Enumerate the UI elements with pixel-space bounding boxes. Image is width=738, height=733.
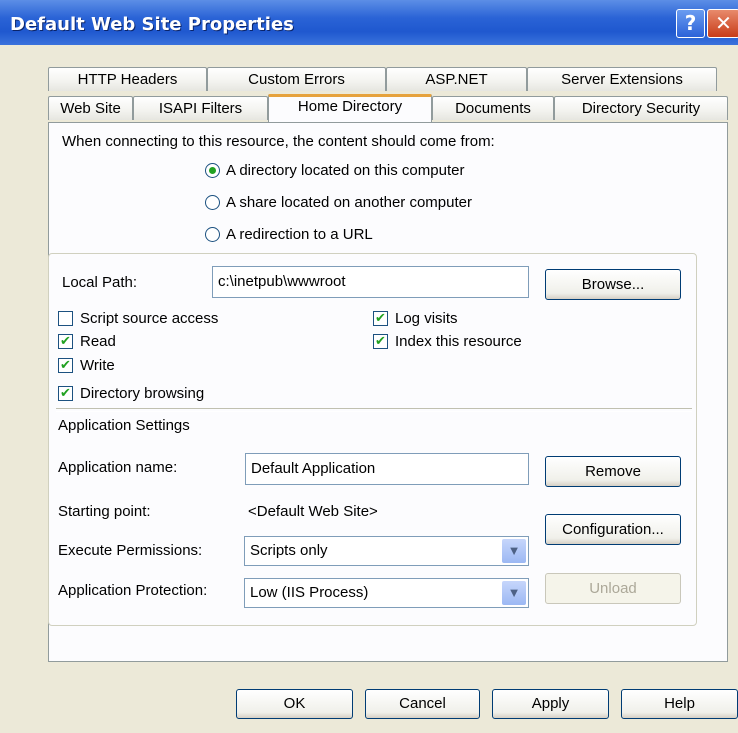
radio-url-redirect[interactable] bbox=[205, 227, 220, 242]
execute-permissions-value: Scripts only bbox=[250, 542, 328, 559]
checkbox-script-source[interactable] bbox=[58, 311, 73, 326]
app-protection-label: Application Protection: bbox=[58, 582, 208, 599]
radio-local-directory[interactable] bbox=[205, 163, 220, 178]
close-button[interactable]: ✕ bbox=[707, 9, 738, 38]
checkbox-index-resource[interactable]: ✔ bbox=[373, 334, 388, 349]
local-path-label: Local Path: bbox=[62, 274, 138, 291]
app-settings-heading: Application Settings bbox=[58, 417, 190, 434]
help-title-button[interactable]: ? bbox=[676, 9, 705, 38]
chevron-down-icon[interactable]: ▼ bbox=[502, 581, 526, 605]
help-button[interactable]: Help bbox=[621, 689, 738, 719]
tab-isapi-filters[interactable]: ISAPI Filters bbox=[133, 96, 268, 120]
checkbox-directory-browsing[interactable]: ✔ bbox=[58, 386, 73, 401]
app-name-label: Application name: bbox=[58, 459, 178, 476]
configuration-button[interactable]: Configuration... bbox=[545, 514, 681, 545]
execute-permissions-label: Execute Permissions: bbox=[58, 542, 203, 559]
window-title: Default Web Site Properties bbox=[10, 14, 294, 35]
chevron-down-icon[interactable]: ▼ bbox=[502, 539, 526, 563]
content-source-prompt: When connecting to this resource, the co… bbox=[62, 133, 495, 150]
tab-documents[interactable]: Documents bbox=[432, 96, 554, 120]
local-path-input[interactable]: c:\inetpub\wwwroot bbox=[212, 266, 529, 298]
checkbox-log-visits[interactable]: ✔ bbox=[373, 311, 388, 326]
ok-button[interactable]: OK bbox=[236, 689, 353, 719]
tab-web-site[interactable]: Web Site bbox=[48, 96, 133, 120]
execute-permissions-select[interactable]: Scripts only ▼ bbox=[244, 536, 529, 566]
checkbox-index-resource-label[interactable]: Index this resource bbox=[395, 333, 522, 350]
browse-button[interactable]: Browse... bbox=[545, 269, 681, 300]
app-protection-value: Low (IIS Process) bbox=[250, 584, 369, 601]
tab-home-directory[interactable]: Home Directory bbox=[268, 94, 432, 122]
checkbox-read-label[interactable]: Read bbox=[80, 333, 116, 350]
app-name-input[interactable]: Default Application bbox=[245, 453, 529, 485]
remove-button[interactable]: Remove bbox=[545, 456, 681, 487]
checkbox-write-label[interactable]: Write bbox=[80, 357, 115, 374]
radio-url-redirect-label[interactable]: A redirection to a URL bbox=[226, 226, 373, 243]
checkbox-log-visits-label[interactable]: Log visits bbox=[395, 310, 458, 327]
radio-network-share-label[interactable]: A share located on another computer bbox=[226, 194, 472, 211]
tab-server-extensions[interactable]: Server Extensions bbox=[527, 67, 717, 91]
tab-directory-security[interactable]: Directory Security bbox=[554, 96, 728, 120]
radio-network-share[interactable] bbox=[205, 195, 220, 210]
starting-point-value: <Default Web Site> bbox=[248, 503, 378, 520]
checkbox-script-source-label[interactable]: Script source access bbox=[80, 310, 218, 327]
cancel-button[interactable]: Cancel bbox=[365, 689, 480, 719]
app-protection-select[interactable]: Low (IIS Process) ▼ bbox=[244, 578, 529, 608]
settings-group bbox=[48, 253, 697, 626]
title-bar: Default Web Site Properties ? ✕ bbox=[0, 0, 738, 45]
checkbox-directory-browsing-label[interactable]: Directory browsing bbox=[80, 385, 204, 402]
question-icon: ? bbox=[684, 11, 697, 35]
checkbox-write[interactable]: ✔ bbox=[58, 358, 73, 373]
apply-button[interactable]: Apply bbox=[492, 689, 609, 719]
tab-http-headers[interactable]: HTTP Headers bbox=[48, 67, 207, 91]
group-divider bbox=[56, 408, 692, 412]
tab-aspnet[interactable]: ASP.NET bbox=[386, 67, 527, 91]
radio-local-directory-label[interactable]: A directory located on this computer bbox=[226, 162, 464, 179]
close-icon: ✕ bbox=[715, 11, 732, 35]
checkbox-read[interactable]: ✔ bbox=[58, 334, 73, 349]
unload-button[interactable]: Unload bbox=[545, 573, 681, 604]
starting-point-label: Starting point: bbox=[58, 503, 151, 520]
tab-custom-errors[interactable]: Custom Errors bbox=[207, 67, 386, 91]
